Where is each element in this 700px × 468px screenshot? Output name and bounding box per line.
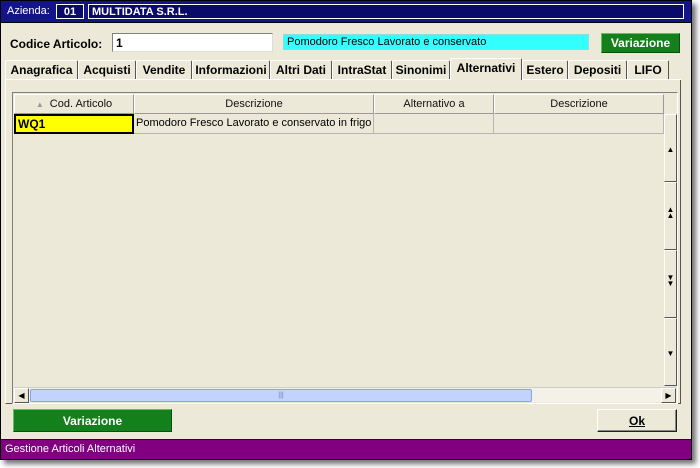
company-code: 01 — [56, 4, 84, 19]
scroll-first-button[interactable]: ▲ — [664, 114, 677, 182]
scroll-right-icon[interactable]: ▶ — [661, 388, 676, 403]
scrollbar-thumb[interactable]: ||| — [30, 389, 532, 402]
scroll-page-up-button[interactable]: ▲ ▲ — [664, 182, 677, 250]
cell-descrizione[interactable]: Pomodoro Fresco Lavorato e conservato in… — [134, 114, 374, 134]
grid-header: ▲ Cod. Articolo Descrizione Alternativo a… — [14, 94, 664, 114]
cell-cod-articolo[interactable]: WQ1 — [14, 114, 134, 134]
variazione-bottom-button[interactable]: Variazione — [13, 409, 172, 432]
scroll-page-up-icon: ▲ ▲ — [666, 205, 675, 220]
record-navigator: ▲ ▲ ▲ ▼ ▼ ▼ — [664, 114, 677, 386]
article-description: Pomodoro Fresco Lavorato e conservato — [283, 34, 589, 50]
tab-intrastat[interactable]: IntraStat — [332, 60, 392, 79]
scroll-first-icon: ▲ — [666, 145, 675, 154]
sort-asc-icon: ▲ — [35, 100, 44, 109]
tab-informazioni[interactable]: Informazioni — [192, 60, 270, 79]
horizontal-scrollbar[interactable]: ◀ ||| ▶ — [14, 387, 676, 403]
variazione-top-button[interactable]: Variazione — [601, 33, 680, 53]
tab-estero[interactable]: Estero — [522, 60, 568, 79]
cell-descrizione-alt[interactable] — [494, 114, 664, 134]
tab-alternativi[interactable]: Alternativi — [450, 58, 522, 80]
cell-alternativo-a[interactable] — [374, 114, 494, 134]
scroll-page-down-button[interactable]: ▼ ▼ — [664, 250, 677, 318]
tab-depositi[interactable]: Depositi — [568, 60, 627, 79]
tab-vendite[interactable]: Vendite — [136, 60, 192, 79]
tab-altri-dati[interactable]: Altri Dati — [270, 60, 332, 79]
scroll-page-down-icon: ▼ ▼ — [666, 273, 675, 288]
ok-button-label: Ok — [628, 413, 645, 428]
company-label: Azienda: — [7, 5, 50, 17]
ok-button[interactable]: Ok — [597, 409, 677, 432]
column-header-descrizione[interactable]: Descrizione — [134, 94, 374, 114]
company-bar: Azienda: 01 MULTIDATA S.R.L. — [1, 1, 691, 23]
article-code-input[interactable] — [112, 33, 273, 52]
scroll-last-button[interactable]: ▼ — [664, 318, 677, 386]
scroll-last-icon: ▼ — [666, 349, 675, 358]
scroll-left-icon[interactable]: ◀ — [14, 388, 29, 403]
article-code-label: Codice Articolo: — [10, 37, 103, 51]
tab-lifo[interactable]: LIFO — [627, 60, 669, 79]
articoli-alternativi-window: Azienda: 01 MULTIDATA S.R.L. Codice Arti… — [0, 0, 692, 460]
alternatives-grid[interactable]: ▲ Cod. Articolo Descrizione Alternativo a… — [12, 92, 678, 404]
tab-anagrafica[interactable]: Anagrafica — [5, 60, 78, 79]
tab-acquisti[interactable]: Acquisti — [78, 60, 136, 79]
column-header-alternativo-a[interactable]: Alternativo a — [374, 94, 494, 114]
column-header-label: Cod. Articolo — [49, 98, 113, 110]
status-bar: Gestione Articoli Alternativi — [1, 439, 691, 459]
column-header-descrizione-alt[interactable]: Descrizione — [494, 94, 664, 114]
column-header-cod-articolo[interactable]: ▲ Cod. Articolo — [14, 94, 134, 114]
table-row[interactable]: WQ1 Pomodoro Fresco Lavorato e conservat… — [14, 114, 664, 134]
company-name: MULTIDATA S.R.L. — [88, 4, 684, 19]
tab-sinonimi[interactable]: Sinonimi — [392, 60, 450, 79]
